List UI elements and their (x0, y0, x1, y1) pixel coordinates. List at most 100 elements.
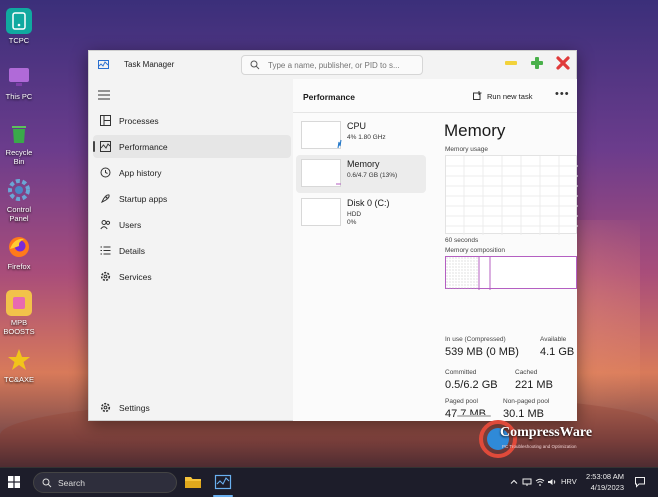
sidebar-item-label: Users (119, 220, 142, 230)
composition-segments (446, 257, 491, 290)
search-icon (250, 60, 260, 70)
compressware-watermark-logo: CompressWare PC Troubleshooting and Opti… (478, 412, 638, 466)
device-name: CPU (347, 121, 367, 131)
device-name: Memory (347, 159, 380, 169)
performance-panel: Performance Run new task ••• CPU 4% 1.80… (293, 79, 578, 421)
taskbar-search[interactable]: Search (33, 472, 177, 493)
stat-value-in-use: 539 MB (0 MB) (445, 346, 519, 358)
run-new-task-button[interactable]: Run new task (473, 91, 532, 101)
services-icon (100, 271, 111, 282)
desktop-icon-firefox[interactable]: Firefox (0, 234, 38, 271)
stat-label-in-use: In use (Compressed) (445, 336, 506, 343)
stat-value-committed: 0.5/6.2 GB (445, 379, 498, 391)
disk-type: HDD (347, 211, 362, 218)
stat-label-committed: Committed (445, 369, 477, 376)
sidebar-item-app-history[interactable]: App history (93, 161, 291, 184)
more-options-button[interactable]: ••• (555, 88, 570, 100)
sidebar-item-label: Startup apps (119, 194, 168, 204)
firefox-icon (6, 234, 32, 260)
taskbar: Search HRV 2:53:08 AM 4/19/2023 (0, 467, 658, 497)
folder-icon (6, 290, 32, 316)
network-icon[interactable] (522, 477, 532, 487)
users-icon (100, 220, 111, 230)
clock-date: 4/19/2023 (590, 483, 624, 492)
sidebar-item-settings[interactable]: Settings (93, 396, 291, 419)
sidebar-item-label: Processes (119, 116, 159, 126)
stat-label-paged-pool: Paged pool (445, 398, 478, 405)
task-manager-window: Task Manager Processes Performance App h… (88, 50, 578, 421)
sidebar-item-performance[interactable]: Performance (93, 135, 291, 158)
stat-label-non-paged-pool: Non-paged pool (503, 398, 550, 405)
notification-icon[interactable] (634, 476, 646, 488)
sidebar-item-startup-apps[interactable]: Startup apps (93, 187, 291, 210)
device-item-memory[interactable]: Memory 0.6/4.7 GB (13%) (296, 155, 426, 193)
desktop-icon-tcaxe[interactable]: TC&AXE (0, 347, 38, 384)
search-input[interactable] (268, 59, 418, 72)
usage-label: Memory usage (445, 146, 488, 153)
maximize-button[interactable] (530, 56, 544, 70)
detail-heading: Memory (444, 121, 506, 140)
watermark-subtext: PC Troubleshooting and Optimization (502, 444, 577, 449)
window-title: Task Manager (124, 60, 175, 69)
system-clock[interactable]: 2:53:08 AM 4/19/2023 (586, 471, 624, 493)
device-item-disk[interactable]: Disk 0 (C:) HDD 0% (296, 194, 426, 232)
desktop-icon-label: Firefox (7, 262, 31, 271)
device-item-cpu[interactable]: CPU 4% 1.80 GHz (296, 117, 426, 155)
desktop-icon-label: This PC (5, 92, 33, 101)
desktop-icon-recycle-bin[interactable]: Recycle Bin (0, 120, 38, 166)
close-button[interactable] (556, 56, 570, 70)
panel-header: Performance Run new task ••• (293, 79, 577, 113)
sidebar-item-label: Settings (119, 403, 150, 413)
wifi-icon[interactable] (535, 477, 545, 487)
hamburger-menu-icon[interactable] (98, 90, 110, 100)
sidebar-item-services[interactable]: Services (93, 265, 291, 288)
stat-label-cached: Cached (515, 369, 538, 376)
task-manager-taskbar-icon[interactable] (214, 473, 232, 491)
device-subtext: HDD 0% (347, 211, 361, 227)
desktop-icon-tcpc[interactable]: TCPC (0, 8, 38, 45)
desktop-icon-mpb-boosts[interactable]: MPB BOOSTS (0, 290, 38, 336)
time-span-label: 60 seconds (445, 237, 479, 244)
details-icon (100, 246, 111, 255)
startup-icon (101, 194, 110, 203)
desktop-icon-label: TC&AXE (3, 375, 34, 384)
sidebar-item-users[interactable]: Users (93, 213, 291, 236)
run-new-task-label: Run new task (487, 92, 533, 101)
cpu-mini-graph (337, 139, 342, 149)
cpu-thumbnail (301, 121, 342, 149)
search-box[interactable] (241, 55, 423, 75)
sidebar-item-details[interactable]: Details (93, 239, 291, 262)
minimize-button[interactable] (504, 56, 518, 70)
recycle-bin-icon (6, 120, 32, 146)
clock-time: 2:53:08 AM (586, 472, 624, 481)
stat-value-available: 4.1 GB (540, 346, 575, 358)
desktop-icon-label: Recycle Bin (5, 148, 33, 166)
start-button[interactable] (8, 476, 20, 488)
stat-label-available: Available (540, 336, 567, 343)
volume-icon[interactable] (547, 477, 557, 487)
language-indicator[interactable]: HRV (561, 477, 577, 486)
device-name: Disk 0 (C:) (347, 198, 390, 208)
device-subtext: 4% 1.80 GHz (347, 134, 386, 141)
file-explorer-icon[interactable] (184, 473, 202, 491)
monitor-icon (6, 64, 32, 90)
run-task-icon (473, 91, 482, 100)
task-manager-logo-icon (98, 60, 109, 69)
search-icon (42, 478, 52, 488)
desktop-icon-label: Control Panel (6, 205, 32, 223)
tcpc-app-icon (6, 8, 32, 34)
sidebar-item-label: Services (119, 272, 152, 282)
desktop-icon-control-panel[interactable]: Control Panel (0, 177, 38, 223)
disk-usage: 0% (347, 219, 357, 226)
title-bar[interactable]: Task Manager (89, 51, 576, 79)
desktop-icon-this-pc[interactable]: This PC (0, 64, 38, 101)
memory-composition-bar (445, 256, 577, 290)
chevron-up-icon[interactable] (509, 477, 519, 487)
page-title: Performance (303, 92, 355, 102)
memory-usage-graph (445, 155, 578, 235)
sidebar-item-processes[interactable]: Processes (93, 109, 291, 132)
watermark-text: CompressWare (500, 425, 593, 440)
sidebar: Processes Performance App history Startu… (89, 79, 293, 421)
device-subtext: 0.6/4.7 GB (13%) (347, 172, 398, 179)
sidebar-item-label: Details (119, 246, 145, 256)
